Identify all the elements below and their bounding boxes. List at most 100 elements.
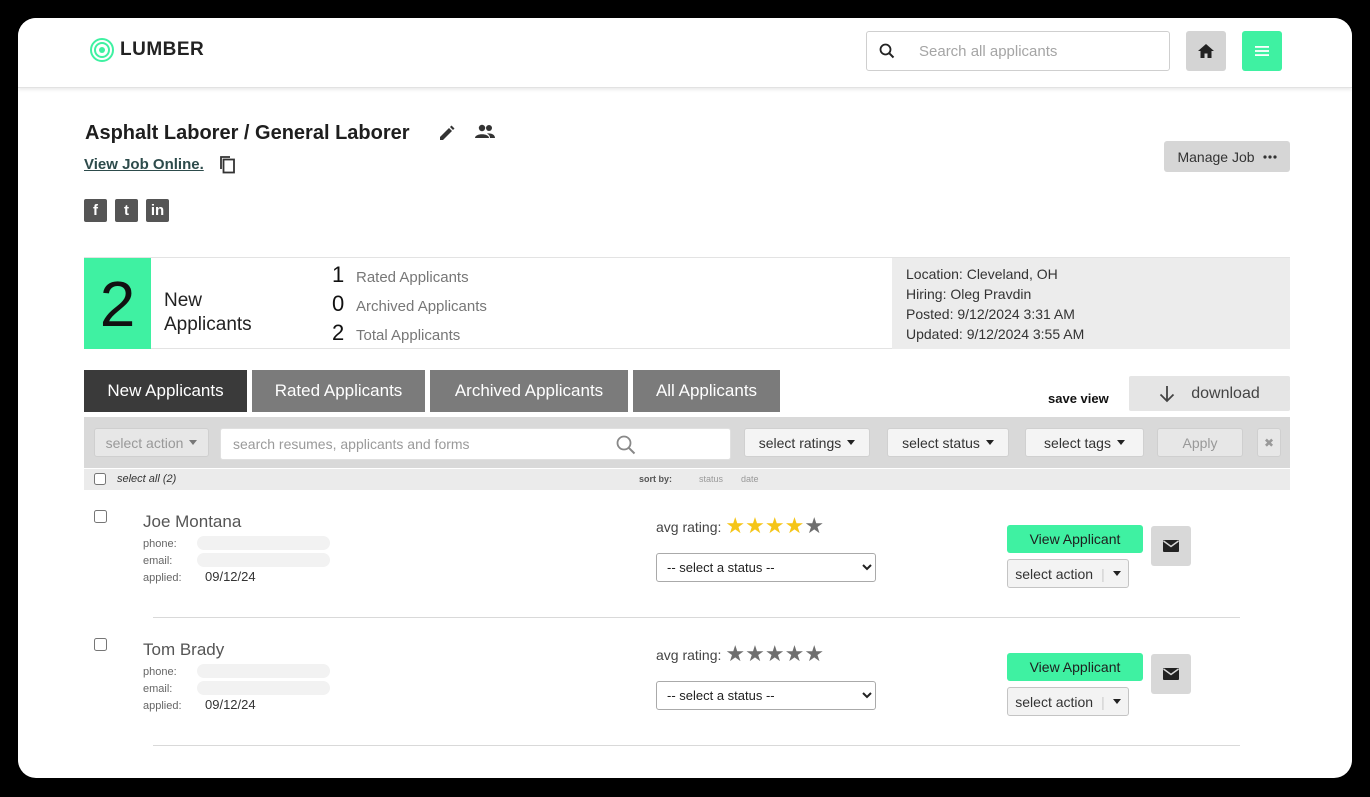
stats-panel: 2 New Applicants 1 Rated Applicants 0 Ar…	[84, 257, 1290, 349]
download-label: download	[1191, 384, 1260, 402]
twitter-icon[interactable]: t	[115, 199, 138, 222]
star-icon[interactable]: ★	[785, 516, 805, 538]
avg-rating: avg rating: ★ ★ ★ ★ ★	[656, 514, 825, 539]
select-status-dropdown[interactable]: select status	[887, 428, 1009, 457]
copy-icon[interactable]	[219, 155, 236, 174]
row-select-action[interactable]: select action |	[1007, 687, 1129, 716]
star-rating[interactable]: ★ ★ ★ ★ ★	[725, 644, 824, 666]
app-window: LUMBER Asphalt Laborer / General Laborer	[18, 18, 1352, 778]
hamburger-icon	[1255, 46, 1269, 56]
logo[interactable]: LUMBER	[90, 38, 204, 62]
star-icon[interactable]: ★	[765, 516, 785, 538]
applied-label: applied:	[143, 572, 182, 584]
manage-job-button[interactable]: Manage Job	[1164, 141, 1290, 172]
email-label: email:	[143, 683, 173, 695]
job-updated: Updated: 9/12/2024 3:55 AM	[906, 326, 1085, 342]
star-icon[interactable]: ★	[745, 516, 765, 538]
email-applicant-button[interactable]	[1151, 526, 1191, 566]
view-job-online-link[interactable]: View Job Online.	[84, 156, 204, 173]
save-view-link[interactable]: save view	[1048, 391, 1109, 406]
resume-search-input[interactable]	[233, 436, 613, 452]
home-icon	[1198, 44, 1214, 58]
mail-icon	[1163, 540, 1179, 552]
star-icon[interactable]: ★	[725, 644, 745, 666]
search-icon[interactable]	[616, 435, 636, 455]
applicant-name[interactable]: Tom Brady	[143, 640, 224, 660]
edit-pencil-icon[interactable]	[438, 125, 455, 142]
team-icon[interactable]	[474, 124, 496, 140]
global-search[interactable]	[866, 31, 1170, 71]
phone-value	[197, 536, 330, 550]
applicant-row: Tom Brady phone: email: applied: 09/12/2…	[84, 618, 1290, 746]
email-applicant-button[interactable]	[1151, 654, 1191, 694]
social-links: f t in	[84, 199, 169, 222]
select-all-label: select all (2)	[117, 473, 177, 485]
caret-down-icon	[1112, 571, 1121, 576]
status-select[interactable]: -- select a status --	[656, 553, 876, 582]
tab-new-applicants[interactable]: New Applicants	[84, 370, 247, 412]
phone-label: phone:	[143, 538, 177, 550]
star-icon[interactable]: ★	[765, 644, 785, 666]
sort-status-link[interactable]: status	[699, 474, 723, 484]
applicant-row: Joe Montana phone: email: applied: 09/12…	[84, 490, 1290, 618]
select-all-checkbox[interactable]	[94, 473, 106, 485]
download-arrow-icon	[1160, 385, 1175, 402]
stat-total: 2 Total Applicants	[332, 320, 461, 345]
applicant-name[interactable]: Joe Montana	[143, 512, 241, 532]
status-select[interactable]: -- select a status --	[656, 681, 876, 710]
manage-job-label: Manage Job	[1177, 148, 1255, 165]
star-icon[interactable]: ★	[725, 516, 745, 538]
select-tags-dropdown[interactable]: select tags	[1025, 428, 1144, 457]
row-select-action[interactable]: select action |	[1007, 559, 1129, 588]
select-ratings-dropdown[interactable]: select ratings	[744, 428, 870, 457]
caret-down-icon	[189, 440, 198, 445]
logo-text: LUMBER	[120, 39, 205, 60]
resume-search[interactable]	[220, 428, 731, 460]
tab-archived-applicants[interactable]: Archived Applicants	[430, 370, 628, 412]
clear-filters-button[interactable]: ✖	[1257, 428, 1281, 457]
search-input[interactable]	[919, 42, 1149, 60]
home-button[interactable]	[1186, 31, 1226, 71]
job-posted: Posted: 9/12/2024 3:31 AM	[906, 306, 1075, 322]
email-value	[197, 553, 330, 567]
star-rating[interactable]: ★ ★ ★ ★ ★	[725, 516, 824, 538]
lumber-logo-icon	[90, 38, 114, 62]
star-icon[interactable]: ★	[745, 644, 765, 666]
phone-value	[197, 664, 330, 678]
job-title: Asphalt Laborer / General Laborer	[85, 122, 410, 144]
tab-all-applicants[interactable]: All Applicants	[633, 370, 780, 412]
new-count: 2	[84, 258, 151, 349]
star-icon[interactable]: ★	[804, 516, 824, 538]
sort-by-label: sort by:	[639, 474, 673, 484]
star-icon[interactable]: ★	[785, 644, 805, 666]
avg-rating: avg rating: ★ ★ ★ ★ ★	[656, 642, 825, 667]
top-bar: LUMBER	[18, 18, 1352, 88]
select-all-bar: select all (2) sort by: status date	[84, 469, 1290, 490]
star-icon[interactable]: ★	[804, 644, 824, 666]
caret-down-icon	[1116, 440, 1125, 445]
job-meta: Location: Cleveland, OH Hiring: Oleg Pra…	[892, 258, 1290, 349]
filter-toolbar: select action select ratings select stat…	[84, 417, 1290, 468]
mail-icon	[1163, 668, 1179, 680]
view-applicant-button[interactable]: View Applicant	[1007, 525, 1143, 553]
facebook-icon[interactable]: f	[84, 199, 107, 222]
bulk-select-action[interactable]: select action	[94, 428, 209, 457]
search-icon	[879, 43, 895, 59]
view-applicant-button[interactable]: View Applicant	[1007, 653, 1143, 681]
stat-archived: 0 Archived Applicants	[332, 291, 487, 316]
apply-button[interactable]: Apply	[1157, 428, 1243, 457]
tab-rated-applicants[interactable]: Rated Applicants	[252, 370, 425, 412]
sort-date-link[interactable]: date	[741, 474, 759, 484]
new-label: New Applicants	[164, 290, 252, 335]
menu-button[interactable]	[1242, 31, 1282, 71]
download-button[interactable]: download	[1129, 376, 1290, 411]
job-location: Location: Cleveland, OH	[906, 266, 1058, 282]
caret-down-icon	[847, 440, 856, 445]
more-dots-icon	[1262, 154, 1277, 159]
applicant-checkbox[interactable]	[94, 638, 107, 651]
linkedin-icon[interactable]: in	[146, 199, 169, 222]
email-label: email:	[143, 555, 173, 567]
phone-label: phone:	[143, 666, 177, 678]
applied-date: 09/12/24	[205, 569, 256, 584]
applicant-checkbox[interactable]	[94, 510, 107, 523]
